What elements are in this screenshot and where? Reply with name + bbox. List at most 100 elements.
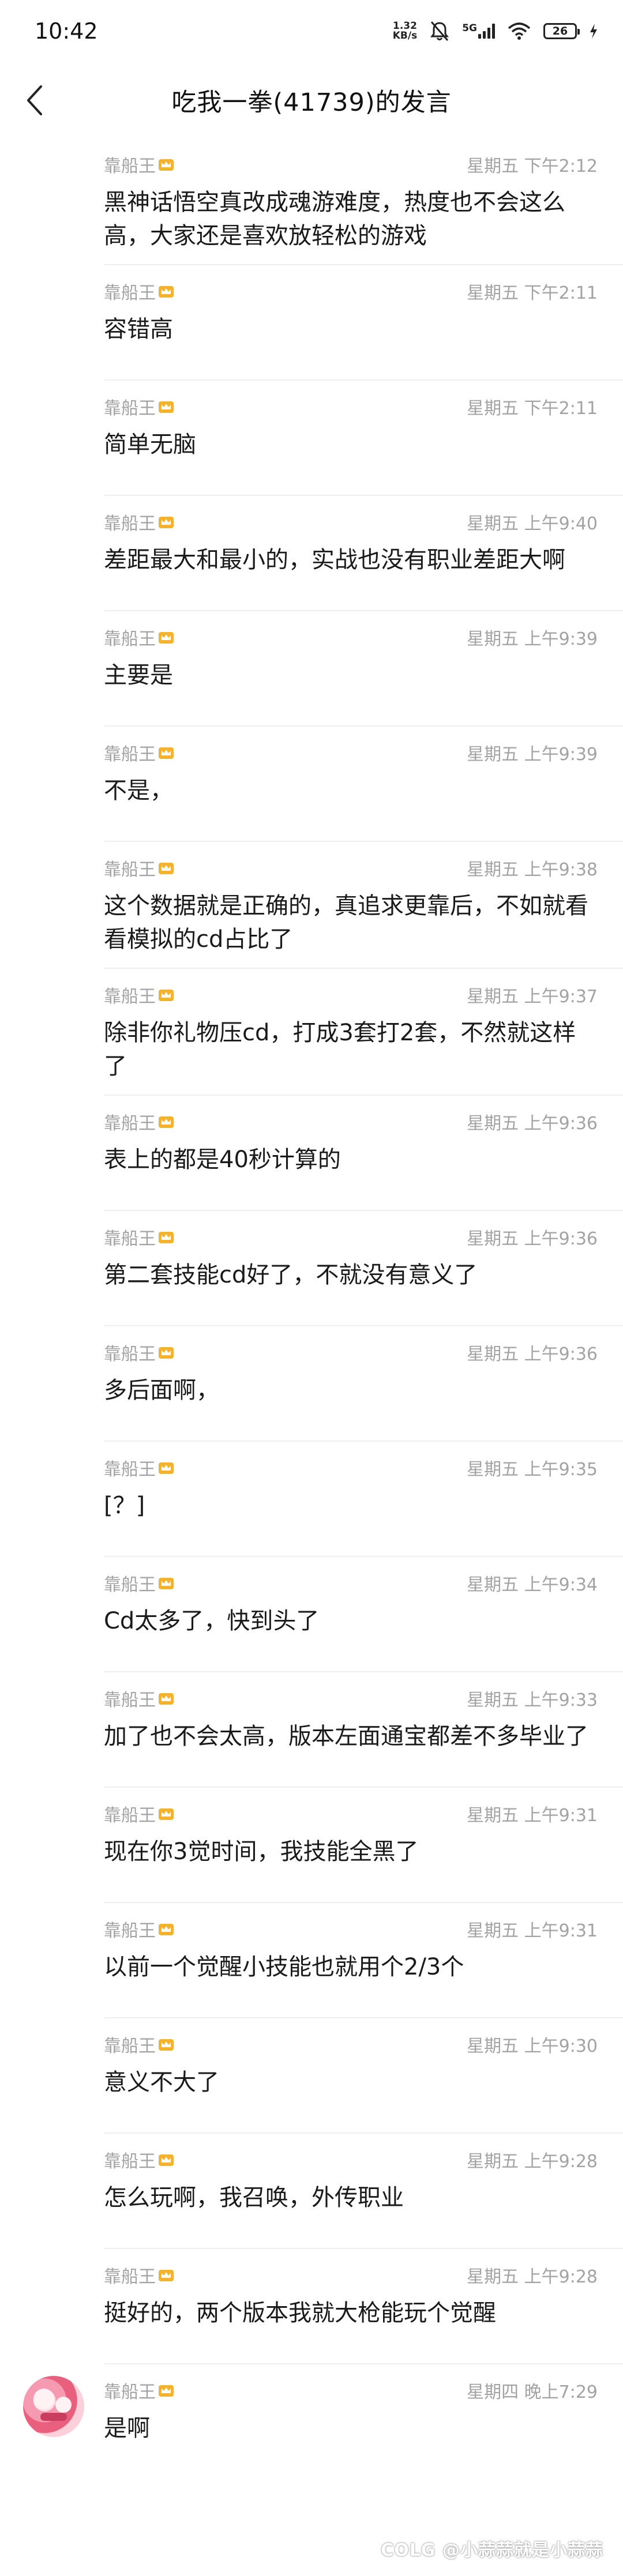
author-name[interactable]: 靠船王 bbox=[104, 394, 174, 419]
message-item[interactable]: 靠船王 星期五 上午9:37 除非你礼物压cd，打成3套打2套，不然就这样了 bbox=[0, 969, 623, 1096]
message-text: [？] bbox=[104, 1492, 145, 1519]
message-time: 星期五 上午9:28 bbox=[467, 2152, 598, 2172]
message-text: 这个数据就是正确的，真追求更靠后，不如就看看模拟的cd占比了 bbox=[104, 893, 588, 953]
message-item[interactable]: 靠船王 星期五 下午2:11 容错高 bbox=[0, 265, 623, 381]
author-name[interactable]: 靠船王 bbox=[104, 855, 174, 881]
message-time: 星期五 上午9:36 bbox=[467, 1114, 598, 1134]
bell-off-icon bbox=[430, 21, 449, 42]
message-time: 星期五 上午9:36 bbox=[467, 1229, 598, 1249]
author-name[interactable]: 靠船王 bbox=[104, 1916, 174, 1942]
crown-badge-icon bbox=[159, 863, 174, 874]
crown-badge-icon bbox=[159, 1116, 174, 1128]
message-text: 意义不大了 bbox=[104, 2069, 219, 2096]
status-icons: 1.32 KB/s 5G 26 bbox=[393, 21, 598, 42]
message-text: 挺好的，两个版本我就大枪能玩个觉醒 bbox=[104, 2300, 496, 2326]
author-name[interactable]: 靠船王 bbox=[104, 1109, 174, 1134]
message-time: 星期五 上午9:31 bbox=[467, 1806, 598, 1826]
author-name[interactable]: 靠船王 bbox=[104, 279, 174, 304]
message-item[interactable]: 靠船王 星期五 上午9:34 Cd太多了，快到头了 bbox=[0, 1557, 623, 1672]
back-button[interactable] bbox=[17, 83, 52, 118]
message-text: Cd太多了，快到头了 bbox=[104, 1608, 320, 1634]
message-time: 星期五 下午2:11 bbox=[467, 398, 598, 419]
author-name[interactable]: 靠船王 bbox=[104, 1455, 174, 1480]
message-text: 表上的都是40秒计算的 bbox=[104, 1146, 341, 1173]
author-name[interactable]: 靠船王 bbox=[104, 152, 174, 177]
message-time: 星期四 晚上7:29 bbox=[467, 2382, 598, 2402]
page-title: 吃我一拳(41739)的发言 bbox=[171, 88, 452, 117]
message-list: 靠船王 星期五 下午2:12 黑神话悟空真改成魂游难度，热度也不会这么高，大家还… bbox=[0, 138, 623, 2480]
crown-badge-icon bbox=[159, 1232, 174, 1243]
message-item[interactable]: 靠船王 星期五 上午9:38 这个数据就是正确的，真追求更靠后，不如就看看模拟的… bbox=[0, 842, 623, 969]
author-name[interactable]: 靠船王 bbox=[104, 982, 174, 1007]
message-time: 星期五 上午9:37 bbox=[467, 987, 598, 1007]
author-name[interactable]: 靠船王 bbox=[104, 1224, 174, 1250]
author-name[interactable]: 靠船王 bbox=[104, 509, 174, 535]
message-time: 星期五 上午9:40 bbox=[467, 514, 598, 534]
message-item[interactable]: 靠船王 星期五 上午9:31 以前一个觉醒小技能也就用个2/3个 bbox=[0, 1903, 623, 2018]
status-time: 10:42 bbox=[35, 18, 98, 44]
author-name[interactable]: 靠船王 bbox=[104, 2262, 174, 2288]
message-text: 除非你礼物压cd，打成3套打2套，不然就这样了 bbox=[104, 1020, 576, 1080]
message-item[interactable]: 靠船王 星期四 晚上7:29 是啊 bbox=[0, 2364, 623, 2480]
message-time: 星期五 上午9:34 bbox=[467, 1575, 598, 1595]
author-name[interactable]: 靠船王 bbox=[104, 1570, 174, 1596]
message-item[interactable]: 靠船王 星期五 下午2:11 简单无脑 bbox=[0, 381, 623, 496]
message-item[interactable]: 靠船王 星期五 上午9:33 加了也不会太高，版本左面通宝都差不多毕业了 bbox=[0, 1672, 623, 1788]
message-time: 星期五 下午2:11 bbox=[467, 283, 598, 303]
network-speed: 1.32 KB/s bbox=[393, 21, 417, 41]
message-text: 差距最大和最小的，实战也没有职业差距大啊 bbox=[104, 547, 565, 573]
crown-badge-icon bbox=[159, 286, 174, 298]
wifi-icon bbox=[508, 22, 531, 40]
author-name[interactable]: 靠船王 bbox=[104, 2378, 174, 2403]
message-time: 星期五 上午9:31 bbox=[467, 1921, 598, 1941]
message-item[interactable]: 靠船王 星期五 上午9:36 表上的都是40秒计算的 bbox=[0, 1096, 623, 1211]
message-item[interactable]: 靠船王 星期五 上午9:39 不是， bbox=[0, 727, 623, 842]
author-name[interactable]: 靠船王 bbox=[104, 2032, 174, 2057]
message-item[interactable]: 靠船王 星期五 上午9:36 多后面啊， bbox=[0, 1326, 623, 1442]
message-item[interactable]: 靠船王 星期五 上午9:28 挺好的，两个版本我就大枪能玩个觉醒 bbox=[0, 2249, 623, 2364]
message-time: 星期五 上午9:33 bbox=[467, 1690, 598, 1710]
message-time: 星期五 上午9:39 bbox=[467, 629, 598, 649]
chevron-left-icon bbox=[27, 85, 42, 115]
crown-badge-icon bbox=[159, 747, 174, 759]
message-item[interactable]: 靠船王 星期五 上午9:36 第二套技能cd好了，不就没有意义了 bbox=[0, 1211, 623, 1326]
avatar[interactable] bbox=[23, 2376, 84, 2437]
message-text: 多后面啊， bbox=[104, 1377, 219, 1404]
crown-badge-icon bbox=[159, 1347, 174, 1359]
message-item[interactable]: 靠船王 星期五 上午9:39 主要是 bbox=[0, 611, 623, 727]
battery-level: 26 bbox=[552, 25, 568, 37]
crown-badge-icon bbox=[159, 1808, 174, 1820]
battery-icon: 26 bbox=[543, 23, 580, 39]
author-name[interactable]: 靠船王 bbox=[104, 1340, 174, 1365]
message-text: 以前一个觉醒小技能也就用个2/3个 bbox=[104, 1954, 464, 1980]
network-speed-unit: KB/s bbox=[392, 30, 418, 42]
message-text: 简单无脑 bbox=[104, 431, 196, 458]
author-name[interactable]: 靠船王 bbox=[104, 740, 174, 765]
author-name[interactable]: 靠船王 bbox=[104, 1686, 174, 1711]
message-item[interactable]: 靠船王 星期五 下午2:12 黑神话悟空真改成魂游难度，热度也不会这么高，大家还… bbox=[0, 138, 623, 265]
message-time: 星期五 上午9:38 bbox=[467, 860, 598, 880]
message-item[interactable]: 靠船王 星期五 上午9:30 意义不大了 bbox=[0, 2018, 623, 2134]
message-text: 现在你3觉时间，我技能全黑了 bbox=[104, 1838, 419, 1865]
title-bar: 吃我一拳(41739)的发言 bbox=[0, 62, 623, 138]
message-item[interactable]: 靠船王 星期五 上午9:40 差距最大和最小的，实战也没有职业差距大啊 bbox=[0, 496, 623, 611]
message-time: 星期五 上午9:36 bbox=[467, 1344, 598, 1364]
crown-badge-icon bbox=[159, 632, 174, 644]
crown-badge-icon bbox=[159, 990, 174, 1001]
message-text: 黑神话悟空真改成魂游难度，热度也不会这么高，大家还是喜欢放轻松的游戏 bbox=[104, 189, 565, 249]
message-item[interactable]: 靠船王 星期五 上午9:28 怎么玩啊，我召唤，外传职业 bbox=[0, 2134, 623, 2249]
author-name[interactable]: 靠船王 bbox=[104, 2147, 174, 2172]
message-item[interactable]: 靠船王 星期五 上午9:31 现在你3觉时间，我技能全黑了 bbox=[0, 1788, 623, 1903]
crown-badge-icon bbox=[159, 2270, 174, 2281]
author-name[interactable]: 靠船王 bbox=[104, 1801, 174, 1826]
message-item[interactable]: 靠船王 星期五 上午9:35 [？] bbox=[0, 1442, 623, 1557]
crown-badge-icon bbox=[159, 1578, 174, 1589]
author-name[interactable]: 靠船王 bbox=[104, 625, 174, 650]
crown-badge-icon bbox=[159, 401, 174, 413]
crown-badge-icon bbox=[159, 2039, 174, 2051]
message-time: 星期五 上午9:30 bbox=[467, 2036, 598, 2056]
message-text: 加了也不会太高，版本左面通宝都差不多毕业了 bbox=[104, 1723, 588, 1750]
message-text: 容错高 bbox=[104, 316, 173, 343]
message-text: 不是， bbox=[104, 777, 173, 804]
message-time: 星期五 上午9:39 bbox=[467, 744, 598, 765]
